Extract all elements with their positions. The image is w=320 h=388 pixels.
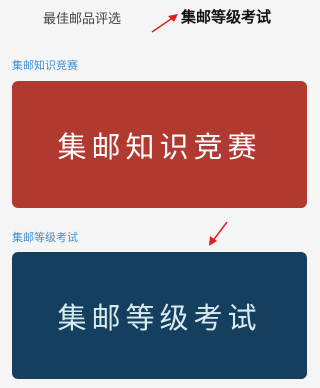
tab-best-stamp-selection[interactable]: 最佳邮品评选 (43, 8, 121, 27)
annotation-arrow-banner (209, 221, 228, 246)
level-exam-banner[interactable]: 集邮等级考试 (12, 252, 307, 379)
section-title-level-exam: 集邮等级考试 (12, 231, 78, 244)
knowledge-contest-banner[interactable]: 集邮知识竞赛 (12, 81, 307, 208)
annotation-arrow-tab (151, 14, 178, 33)
tab-stamp-level-exam[interactable]: 集邮等级考试 (181, 6, 271, 27)
section-title-knowledge-contest: 集邮知识竞赛 (12, 59, 78, 72)
banner-text: 集邮知识竞赛 (57, 129, 262, 164)
banner-text: 集邮等级考试 (57, 300, 262, 335)
